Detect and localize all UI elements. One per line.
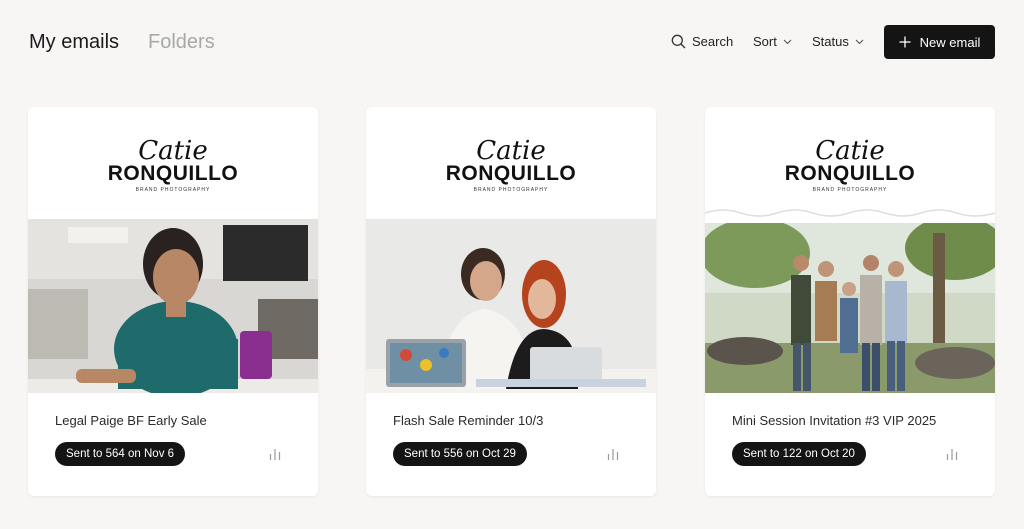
email-title: Mini Session Invitation #3 VIP 2025 xyxy=(732,413,937,428)
search-icon xyxy=(671,34,686,49)
search-button[interactable]: Search xyxy=(671,34,733,49)
email-card[interactable]: Catie RONQUILLO BRAND PHOTOGRAPHY Legal … xyxy=(28,107,318,496)
tab-folders[interactable]: Folders xyxy=(148,31,215,54)
search-label: Search xyxy=(692,34,734,49)
email-preview-image xyxy=(705,223,995,393)
brand-logo: Catie RONQUILLO BRAND PHOTOGRAPHY xyxy=(445,136,577,193)
email-card[interactable]: Catie RONQUILLO BRAND PHOTOGRAPHY Mini S… xyxy=(705,107,995,496)
sent-status-badge[interactable]: Sent to 556 on Oct 29 xyxy=(393,442,527,466)
sort-dropdown[interactable]: Sort xyxy=(753,34,792,49)
new-email-label: New email xyxy=(919,34,981,50)
brand-logo: Catie RONQUILLO BRAND PHOTOGRAPHY xyxy=(784,136,916,193)
status-label: Status xyxy=(812,34,849,49)
email-preview-image xyxy=(366,219,656,393)
sent-status-badge[interactable]: Sent to 564 on Nov 6 xyxy=(55,442,186,466)
bar-chart-icon[interactable] xyxy=(606,447,620,461)
sent-status-badge[interactable]: Sent to 122 on Oct 20 xyxy=(732,442,866,466)
status-dropdown[interactable]: Status xyxy=(812,34,864,49)
sort-label: Sort xyxy=(753,34,777,49)
decorative-wave xyxy=(705,209,995,217)
chevron-down-icon xyxy=(855,39,864,45)
bar-chart-icon[interactable] xyxy=(945,447,959,461)
page-header: My emails Folders Search Sort Status New… xyxy=(0,0,1024,85)
chevron-down-icon xyxy=(783,39,792,45)
email-title: Flash Sale Reminder 10/3 xyxy=(393,413,544,428)
email-title: Legal Paige BF Early Sale xyxy=(55,413,207,428)
email-preview-image xyxy=(28,219,318,393)
email-card[interactable]: Catie RONQUILLO BRAND PHOTOGRAPHY Flash … xyxy=(366,107,656,496)
tab-my-emails[interactable]: My emails xyxy=(29,31,119,54)
brand-logo: Catie RONQUILLO BRAND PHOTOGRAPHY xyxy=(107,136,239,193)
plus-icon xyxy=(899,36,911,48)
bar-chart-icon[interactable] xyxy=(268,447,282,461)
new-email-button[interactable]: New email xyxy=(884,25,995,59)
